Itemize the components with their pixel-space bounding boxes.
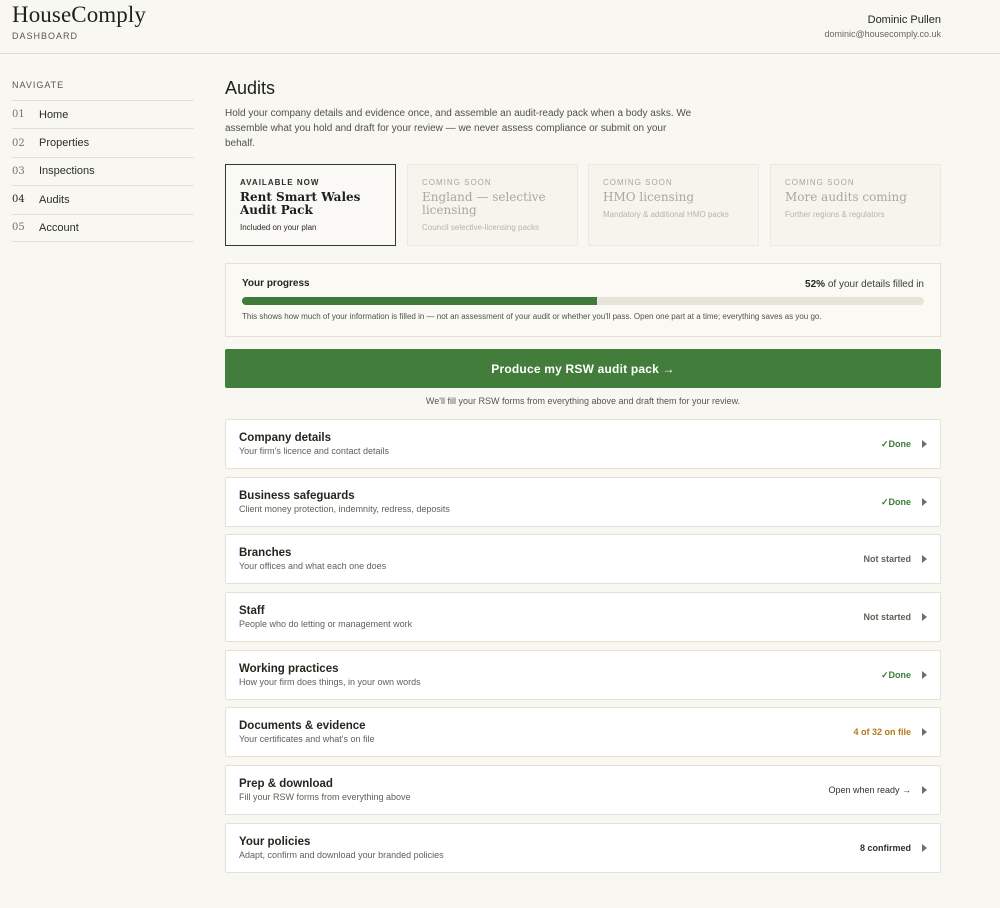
caret-right-icon xyxy=(922,728,927,737)
audit-sections: Company details Your firm's licence and … xyxy=(225,419,941,881)
progress-panel: Your progress 52% of your details filled… xyxy=(225,263,941,337)
section-title: Staff xyxy=(239,605,265,618)
card-subtitle: Included on your plan xyxy=(240,223,317,232)
nav-number: 04 xyxy=(12,194,25,206)
sidebar-nav: 01 Home 02 Properties 03 Inspections 04 … xyxy=(12,100,194,242)
progress-label: Your progress xyxy=(242,278,310,289)
progress-percent: 52% of your details filled in xyxy=(805,279,924,290)
section-prep-download[interactable]: Prep & download Fill your RSW forms from… xyxy=(225,765,941,816)
section-subtitle: Your certificates and what's on file xyxy=(239,734,375,745)
section-subtitle: Client money protection, indemnity, redr… xyxy=(239,503,450,514)
status-badge: Not started xyxy=(863,554,911,565)
progress-fill xyxy=(242,297,597,305)
section-title: Branches xyxy=(239,547,292,560)
nav-label: Audits xyxy=(39,193,70,206)
header-section-label: DASHBOARD xyxy=(12,31,79,41)
progress-note: This shows how much of your information … xyxy=(242,312,822,321)
section-subtitle: Your firm's licence and contact details xyxy=(239,446,389,456)
card-title: HMO licensing xyxy=(603,190,695,204)
status-badge: ✓Done xyxy=(880,669,911,680)
status-badge: Open when ready → xyxy=(828,785,911,796)
card-title: England — selective licensing xyxy=(422,190,546,217)
nav-label: Account xyxy=(39,221,79,234)
card-tag: COMING SOON xyxy=(785,178,855,187)
sidebar-item-inspections[interactable]: 03 Inspections xyxy=(12,156,194,185)
page-intro: Hold your company details and evidence o… xyxy=(225,108,692,149)
caret-right-icon xyxy=(922,843,927,852)
sidebar-item-audits[interactable]: 04 Audits xyxy=(12,185,194,213)
section-branches[interactable]: Branches Your offices and what each one … xyxy=(225,534,941,585)
progress-percent-suffix: of your details filled in xyxy=(827,279,924,290)
nav-title: NAVIGATE xyxy=(12,80,65,90)
section-documents-evidence[interactable]: Documents & evidence Your certificates a… xyxy=(225,707,941,758)
caret-right-icon xyxy=(922,440,927,448)
caret-right-icon xyxy=(922,670,927,679)
nav-number: 01 xyxy=(12,109,25,121)
nav-number: 03 xyxy=(12,165,25,177)
brand-logo[interactable]: HouseComply xyxy=(12,2,146,28)
caret-right-icon xyxy=(922,555,927,564)
section-subtitle: Fill your RSW forms from everything abov… xyxy=(239,792,411,803)
card-subtitle: Council selective-licensing packs xyxy=(422,223,539,232)
nav-label: Inspections xyxy=(39,165,95,178)
card-tag: AVAILABLE NOW xyxy=(240,178,320,187)
card-title: More audits coming xyxy=(785,190,907,204)
progress-percent-value: 52% xyxy=(805,279,826,290)
section-company-details[interactable]: Company details Your firm's licence and … xyxy=(225,419,941,469)
section-title: Company details xyxy=(239,432,332,444)
caret-right-icon xyxy=(922,786,927,795)
sidebar-item-home[interactable]: 01 Home xyxy=(12,100,194,128)
caret-right-icon xyxy=(922,613,927,622)
top-header: HouseComply DASHBOARD Dominic Pullen dom… xyxy=(0,0,1000,54)
status-badge: 8 confirmed xyxy=(859,842,911,853)
section-title: Business safeguards xyxy=(239,489,355,502)
nav-number: 05 xyxy=(12,222,25,234)
section-title: Documents & evidence xyxy=(239,720,366,733)
card-subtitle: Mandatory & additional HMO packs xyxy=(603,210,729,219)
section-subtitle: Adapt, confirm and download your branded… xyxy=(239,849,444,860)
status-badge: ✓Done xyxy=(880,496,911,507)
nav-label: Properties xyxy=(39,137,90,150)
section-title: Prep & download xyxy=(239,778,333,791)
caret-right-icon xyxy=(922,497,927,506)
nav-number: 02 xyxy=(12,137,25,149)
section-working-practices[interactable]: Working practices How your firm does thi… xyxy=(225,649,941,700)
card-more-audits: COMING SOON More audits coming Further r… xyxy=(770,164,941,246)
section-your-policies[interactable]: Your policies Adapt, confirm and downloa… xyxy=(225,822,941,873)
section-subtitle: Your offices and what each one does xyxy=(239,561,387,572)
section-business-safeguards[interactable]: Business safeguards Client money protect… xyxy=(225,476,941,527)
card-tag: COMING SOON xyxy=(422,178,492,187)
section-title: Your policies xyxy=(239,835,311,848)
card-hmo-licensing: COMING SOON HMO licensing Mandatory & ad… xyxy=(588,164,759,246)
page-title: Audits xyxy=(225,78,276,98)
section-staff[interactable]: Staff People who do letting or managemen… xyxy=(225,592,941,643)
section-title: Working practices xyxy=(239,662,339,675)
audit-type-cards: AVAILABLE NOW Rent Smart Wales Audit Pac… xyxy=(225,164,941,246)
card-subtitle: Further regions & regulators xyxy=(785,210,885,219)
card-rent-smart-wales[interactable]: AVAILABLE NOW Rent Smart Wales Audit Pac… xyxy=(225,164,396,246)
sidebar-item-properties[interactable]: 02 Properties xyxy=(12,128,194,156)
status-badge: 4 of 32 on file xyxy=(853,727,911,738)
card-title: Rent Smart Wales Audit Pack xyxy=(240,190,361,217)
user-name[interactable]: Dominic Pullen xyxy=(868,14,941,26)
card-tag: COMING SOON xyxy=(603,178,673,187)
nav-label: Home xyxy=(39,108,69,121)
status-badge: Not started xyxy=(863,612,911,623)
user-email: dominic@housecomply.co.uk xyxy=(824,29,941,39)
section-subtitle: People who do letting or management work xyxy=(239,619,413,630)
sidebar-item-account[interactable]: 05 Account xyxy=(12,213,194,242)
section-subtitle: How your firm does things, in your own w… xyxy=(239,676,421,687)
produce-audit-pack-button[interactable]: Produce my RSW audit pack → xyxy=(225,349,941,388)
produce-note: We'll fill your RSW forms from everythin… xyxy=(425,396,741,406)
card-england-selective-licensing: COMING SOON England — selective licensin… xyxy=(407,164,578,246)
progress-track xyxy=(242,297,924,305)
status-badge: ✓Done xyxy=(880,439,911,449)
main-content: Audits Hold your company details and evi… xyxy=(225,78,941,151)
